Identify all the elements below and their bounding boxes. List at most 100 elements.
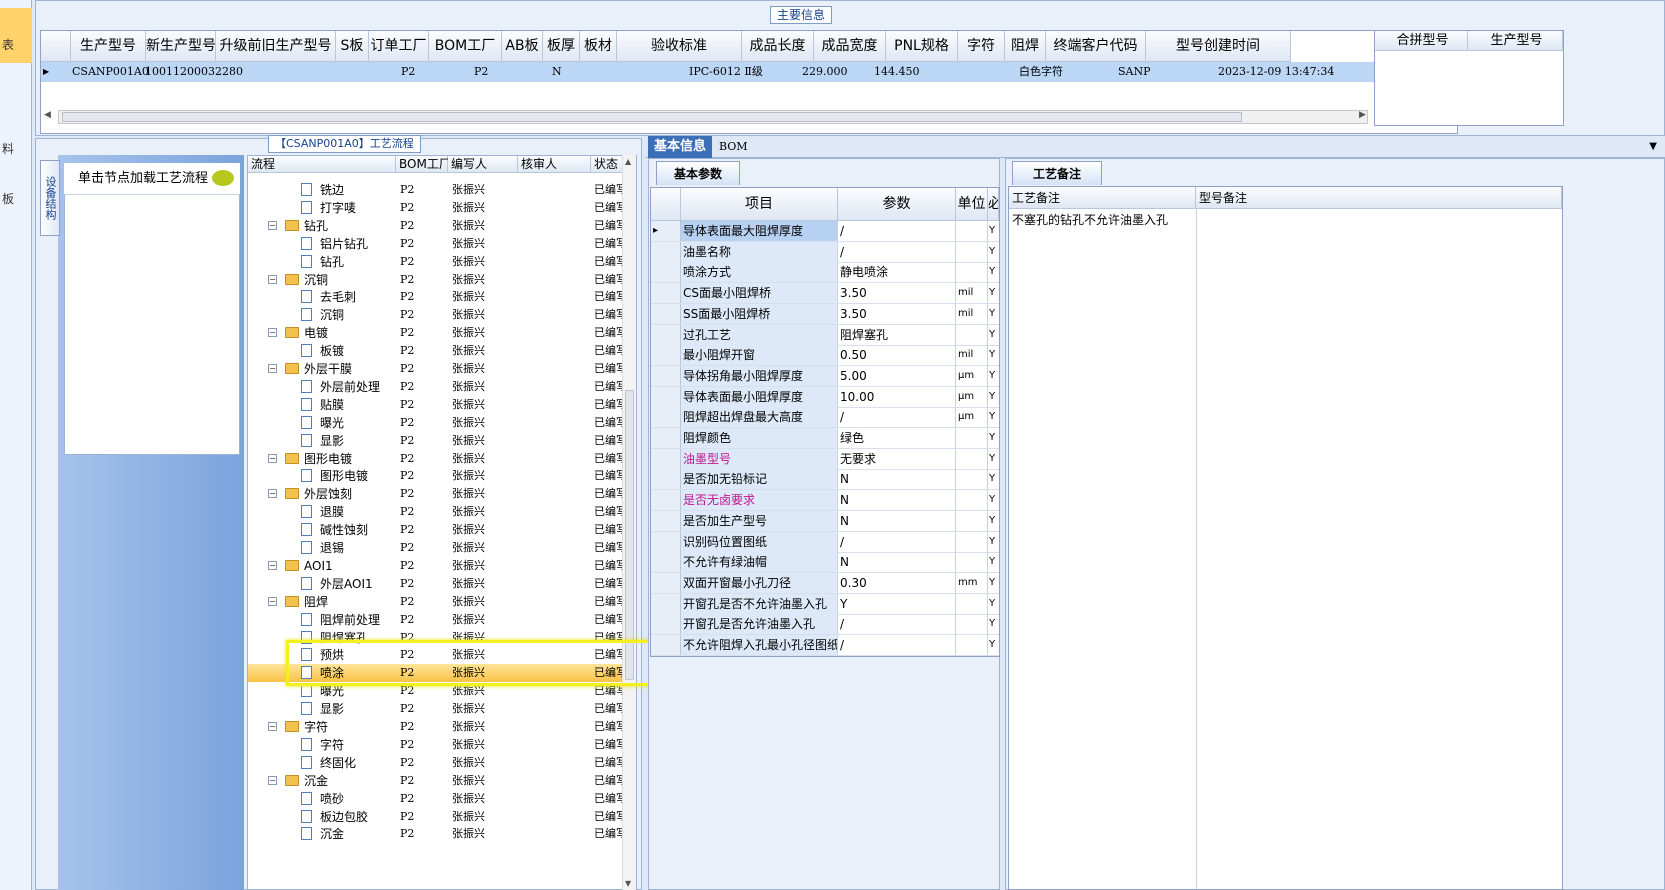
param-value[interactable]: N bbox=[838, 510, 956, 531]
tree-row[interactable]: 沉金 P2 张振兴 已编写 bbox=[248, 825, 624, 843]
param-row[interactable]: 开窗孔是否不允许油墨入孔 Y Y bbox=[651, 593, 999, 615]
main-col-header[interactable]: 型号创建时间 bbox=[1146, 31, 1291, 62]
left-nav-item[interactable]: 表 bbox=[2, 36, 14, 53]
main-col-header[interactable]: S板 bbox=[336, 31, 369, 62]
param-value[interactable]: 3.50 bbox=[838, 283, 956, 304]
cell-length[interactable]: 229.000 bbox=[802, 62, 848, 82]
tree-row[interactable]: 图形电镀 P2 张振兴 已编写 bbox=[248, 467, 624, 485]
param-value[interactable]: 绿色 bbox=[838, 428, 956, 448]
tree-row[interactable]: 喷砂 P2 张振兴 已编写 bbox=[248, 790, 624, 808]
col-process-remark[interactable]: 工艺备注 bbox=[1009, 187, 1196, 209]
tree-row[interactable]: 终固化 P2 张振兴 已编写 bbox=[248, 754, 624, 772]
tree-row[interactable]: 碱性蚀刻 P2 张振兴 已编写 bbox=[248, 521, 624, 539]
collapse-icon[interactable]: − bbox=[268, 328, 277, 338]
tree-row[interactable]: 板镀 P2 张振兴 已编写 bbox=[248, 342, 624, 360]
param-row[interactable]: SS面最小阻焊桥 3.50 mil Y bbox=[651, 303, 999, 325]
tree-row[interactable]: 显影 P2 张振兴 已编写 bbox=[248, 432, 624, 450]
main-col-header[interactable]: 终端客户代码 bbox=[1046, 31, 1146, 62]
main-col-header[interactable]: AB板 bbox=[502, 31, 543, 62]
tree-row[interactable]: 贴膜 P2 张振兴 已编写 bbox=[248, 396, 624, 414]
param-value[interactable]: N bbox=[838, 490, 956, 511]
cell-new-model[interactable]: 10011200032280 bbox=[145, 62, 243, 82]
main-col-header[interactable]: 订单工厂 bbox=[369, 31, 429, 62]
tree-row[interactable]: 外层AOI1 P2 张振兴 已编写 bbox=[248, 575, 624, 593]
main-col-header[interactable]: PNL规格 bbox=[886, 31, 958, 62]
col-prod-model[interactable]: 生产型号 bbox=[1468, 31, 1563, 51]
tab-process-remarks[interactable]: 工艺备注 bbox=[1012, 161, 1102, 185]
tree-row[interactable]: 字符 P2 张振兴 已编写 bbox=[248, 736, 624, 754]
param-value[interactable]: / bbox=[838, 614, 956, 635]
param-value[interactable]: 10.00 bbox=[838, 386, 956, 407]
left-nav-item[interactable]: 料 bbox=[2, 140, 14, 157]
scroll-down-icon[interactable]: ▼ bbox=[625, 879, 631, 888]
param-row[interactable]: 开窗孔是否允许油墨入孔 / Y bbox=[651, 614, 999, 636]
tree-row[interactable]: 铣边 P2 张振兴 已编写 bbox=[248, 181, 624, 199]
main-col-header[interactable]: 字符 bbox=[958, 31, 1005, 62]
param-row[interactable]: 双面开窗最小孔刀径 0.30 mm Y bbox=[651, 572, 999, 594]
param-row[interactable]: 油墨名称 / Y bbox=[651, 241, 999, 263]
cell-standard[interactable]: IPC-6012 Ⅱ级 bbox=[689, 62, 763, 82]
tree-row[interactable]: − 图形电镀 P2 张振兴 已编写 bbox=[248, 450, 624, 468]
collapse-icon[interactable]: − bbox=[268, 722, 277, 731]
main-col-header[interactable]: BOM工厂 bbox=[429, 31, 502, 62]
main-col-header[interactable]: 板材 bbox=[580, 31, 617, 62]
main-col-header[interactable]: 板厚 bbox=[543, 31, 580, 62]
cell-bom-factory[interactable]: P2 bbox=[474, 62, 488, 82]
process-tree-vscroll-thumb[interactable] bbox=[625, 390, 634, 680]
param-row[interactable]: 是否无卤要求 N Y bbox=[651, 490, 999, 512]
cell-ab-board[interactable]: N bbox=[552, 62, 562, 82]
param-value[interactable]: / bbox=[838, 407, 956, 428]
tree-row[interactable]: − 阻焊 P2 张振兴 已编写 bbox=[248, 593, 624, 611]
scroll-up-icon[interactable]: ▲ bbox=[625, 157, 631, 166]
main-col-header[interactable]: 升级前旧生产型号 bbox=[216, 31, 336, 62]
tree-row[interactable]: 退锡 P2 张振兴 已编写 bbox=[248, 539, 624, 557]
collapse-icon[interactable]: − bbox=[268, 274, 277, 284]
tree-row[interactable]: 铝片钻孔 P2 张振兴 已编写 bbox=[248, 235, 624, 253]
collapse-icon[interactable]: − bbox=[268, 775, 277, 785]
col-param[interactable]: 参数 bbox=[838, 188, 956, 221]
tree-row[interactable]: − 外层蚀刻 P2 张振兴 已编写 bbox=[248, 485, 624, 503]
cell-order-factory[interactable]: P2 bbox=[401, 62, 415, 82]
process-tree-vscrollbar[interactable]: ▲ ▼ bbox=[622, 155, 636, 890]
param-row[interactable]: 不允许阻焊入孔最小孔径图纸 / Y bbox=[651, 635, 999, 656]
param-row[interactable]: 阻焊颜色 绿色 Y bbox=[651, 428, 999, 449]
col-flag[interactable]: 必 bbox=[988, 188, 999, 221]
param-value[interactable]: 0.30 bbox=[838, 572, 956, 593]
tab-basic-info[interactable]: 基本信息 bbox=[648, 136, 713, 158]
param-row[interactable]: 是否加生产型号 N Y bbox=[651, 510, 999, 532]
main-col-header[interactable]: 成品宽度 bbox=[814, 31, 886, 62]
load-process-hint[interactable]: 单击节点加载工艺流程 bbox=[64, 163, 240, 195]
param-value[interactable]: 无要求 bbox=[838, 448, 956, 469]
col-unit[interactable]: 单位 bbox=[956, 188, 988, 221]
param-value[interactable]: 0.50 bbox=[838, 345, 956, 366]
param-row[interactable]: 是否加无铅标记 N Y bbox=[651, 469, 999, 491]
tree-row[interactable]: 打字唛 P2 张振兴 已编写 bbox=[248, 199, 624, 217]
tree-row[interactable]: 去毛刺 P2 张振兴 已编写 bbox=[248, 288, 624, 306]
tree-row[interactable]: 外层前处理 P2 张振兴 已编写 bbox=[248, 378, 624, 396]
col-merge-model[interactable]: 合拼型号 bbox=[1375, 31, 1468, 51]
param-value[interactable]: N bbox=[838, 469, 956, 490]
scroll-left-icon[interactable]: ◀ bbox=[44, 110, 51, 120]
param-value[interactable]: / bbox=[838, 531, 956, 552]
cell-created[interactable]: 2023-12-09 13:47:34 bbox=[1218, 62, 1334, 82]
tree-row[interactable]: 钻孔 P2 张振兴 已编写 bbox=[248, 253, 624, 271]
collapse-icon[interactable]: − bbox=[268, 596, 277, 606]
param-row[interactable]: 识别码位置图纸 / Y bbox=[651, 531, 999, 553]
param-row[interactable]: 导体拐角最小阻焊厚度 5.00 μm Y bbox=[651, 365, 999, 387]
param-row[interactable]: 喷涂方式 静电喷涂 Y bbox=[651, 262, 999, 284]
tree-row[interactable]: 显影 P2 张振兴 已编写 bbox=[248, 700, 624, 718]
param-row[interactable]: 导体表面最小阻焊厚度 10.00 μm Y bbox=[651, 386, 999, 408]
cell-char[interactable]: 白色字符 bbox=[1019, 62, 1063, 82]
param-row[interactable]: CS面最小阻焊桥 3.50 mil Y bbox=[651, 283, 999, 305]
cell-width[interactable]: 144.450 bbox=[874, 62, 920, 82]
col-model-remark[interactable]: 型号备注 bbox=[1196, 187, 1562, 209]
collapse-icon[interactable]: − bbox=[268, 220, 277, 230]
param-row[interactable]: 油墨型号 无要求 Y bbox=[651, 448, 999, 470]
param-value[interactable]: N bbox=[838, 552, 956, 573]
tree-row[interactable]: − 电镀 P2 张振兴 已编写 bbox=[248, 324, 624, 342]
param-value[interactable]: / bbox=[838, 635, 956, 655]
tree-row[interactable]: − 沉铜 P2 张振兴 已编写 bbox=[248, 271, 624, 289]
tree-row[interactable]: − AOI1 P2 张振兴 已编写 bbox=[248, 557, 624, 575]
param-row[interactable]: 阻焊超出焊盘最大高度 / μm Y bbox=[651, 407, 999, 429]
tree-row[interactable]: 板边包胶 P2 张振兴 已编写 bbox=[248, 808, 624, 826]
